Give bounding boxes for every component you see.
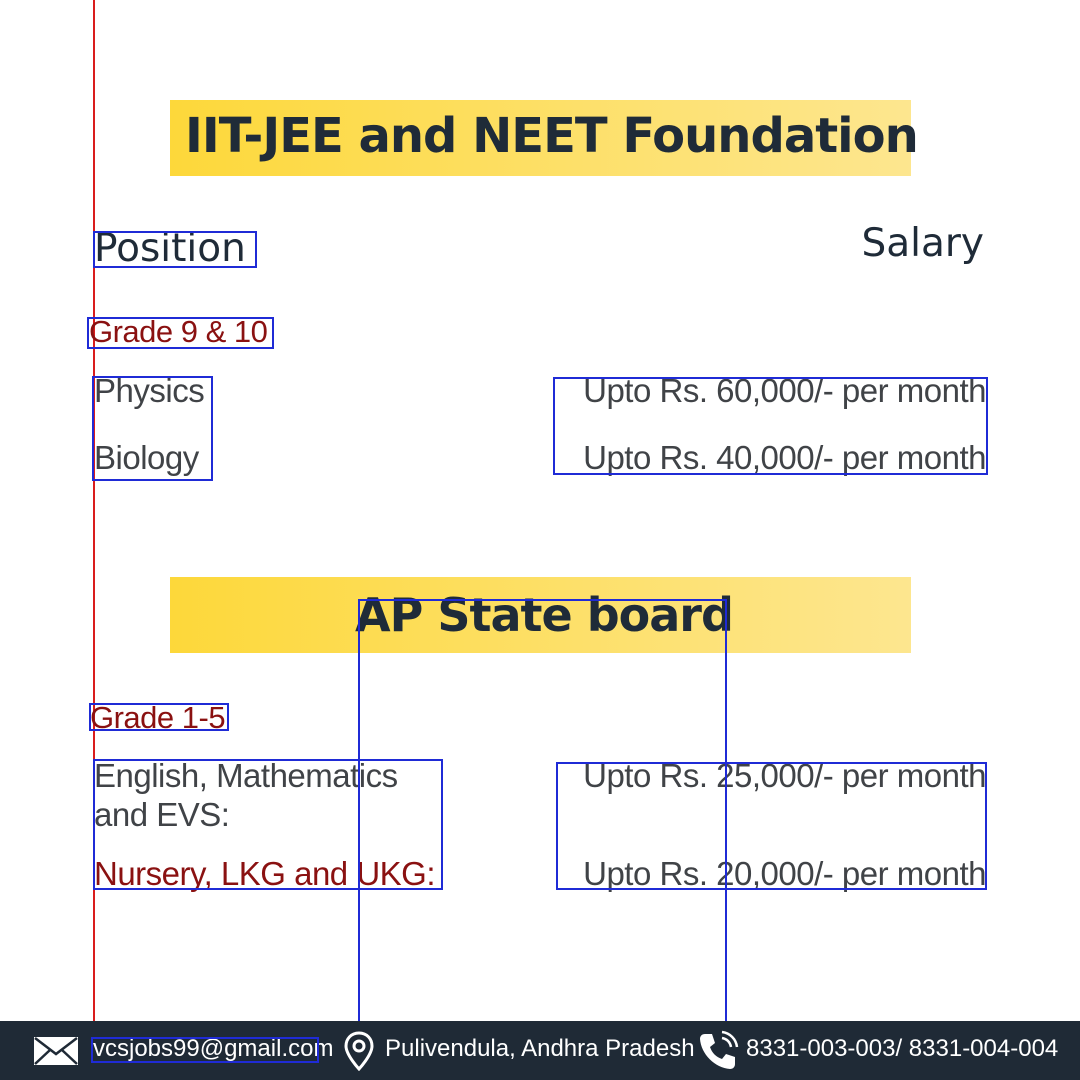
grade-label-1-5: Grade 1-5 [90, 700, 226, 735]
grade-label-9-10: Grade 9 & 10 [89, 314, 268, 349]
footer-bar: vcsjobs99@gmail.com Pulivendula, Andhra … [0, 1021, 1080, 1080]
salary-physics: Upto Rs. 60,000/- per month [583, 372, 986, 409]
salary-biology: Upto Rs. 40,000/- per month [583, 439, 986, 476]
salary-nursery-lkg-ukg: Upto Rs. 20,000/- per month [583, 855, 986, 892]
subject-physics: Physics [94, 372, 205, 409]
footer-phone[interactable]: 8331-003-003/ 8331-004-004 [746, 1035, 1058, 1063]
position-heading: Position [94, 226, 246, 271]
envelope-icon [33, 1036, 79, 1071]
salary-english-maths: Upto Rs. 25,000/- per month [583, 757, 986, 794]
map-pin-icon [344, 1031, 374, 1076]
selection-box [358, 599, 727, 1061]
subject-english-maths-line1: English, Mathematics [94, 757, 398, 794]
salary-heading: Salary [861, 221, 984, 266]
phone-icon [697, 1030, 739, 1077]
footer-location: Pulivendula, Andhra Pradesh [385, 1035, 695, 1062]
footer-email[interactable]: vcsjobs99@gmail.com [93, 1035, 333, 1063]
subject-biology: Biology [94, 439, 199, 476]
section-title-iit-jee: IIT-JEE and NEET Foundation [185, 108, 919, 164]
vertical-guide-line [93, 0, 95, 1080]
subject-nursery-lkg-ukg: Nursery, LKG and UKG: [94, 855, 436, 892]
section-title-ap-state: AP State board [355, 588, 734, 642]
subject-english-maths-line2: and EVS: [94, 796, 230, 833]
